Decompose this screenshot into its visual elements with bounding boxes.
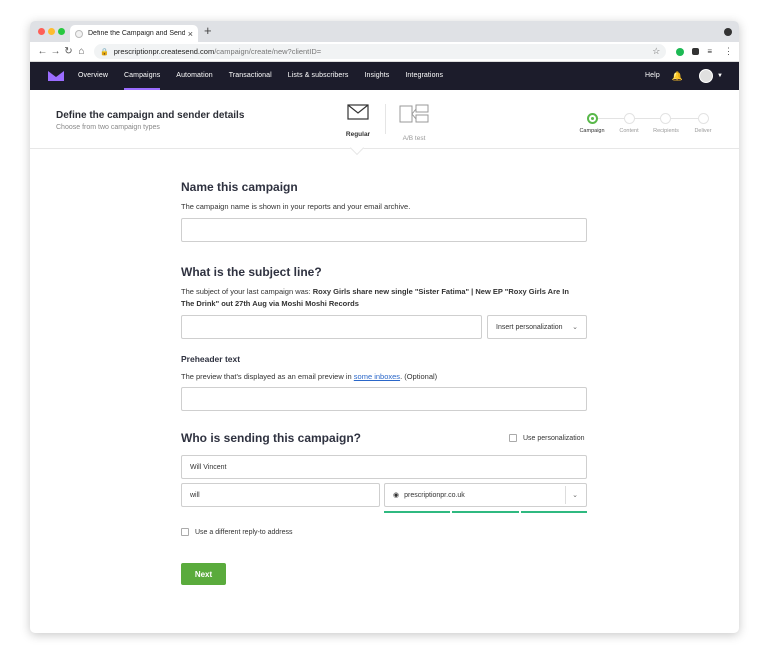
from-name-input[interactable]: Will Vincent xyxy=(181,455,587,479)
avatar[interactable] xyxy=(699,69,714,83)
home-icon[interactable]: ⌂ xyxy=(75,46,88,57)
back-icon[interactable]: ← xyxy=(36,46,49,57)
step-label-campaign: Campaign xyxy=(579,128,605,134)
extension-green-icon[interactable] xyxy=(676,47,685,56)
chevron-down-icon: ⌄ xyxy=(572,324,578,331)
zoom-window-button[interactable] xyxy=(58,28,65,35)
campaign-type-ab-test-label: A/B test xyxy=(402,135,426,142)
use-personalization-checkbox[interactable] xyxy=(509,434,517,442)
nav-help[interactable]: Help xyxy=(645,62,660,90)
tab-close-icon[interactable]: × xyxy=(188,29,193,39)
address-bar: ← → ↻ ⌂ 🔒 prescriptionpr.createsend.com … xyxy=(30,42,739,62)
name-description: The campaign name is shown in your repor… xyxy=(181,202,411,211)
use-personalization-toggle[interactable]: Use personalization xyxy=(509,434,584,442)
nav-integrations[interactable]: Integrations xyxy=(405,62,443,90)
insert-personalization-label: Insert personalization xyxy=(496,323,563,331)
validation-bar-2 xyxy=(452,511,519,513)
close-window-button[interactable] xyxy=(38,28,45,35)
subject-input[interactable] xyxy=(181,315,482,339)
subject-heading: What is the subject line? xyxy=(181,265,322,279)
chevron-down-icon: ⌄ xyxy=(572,492,578,499)
url-domain: prescriptionpr.createsend.com xyxy=(113,47,215,56)
campaign-type-ab-test[interactable]: A/B test xyxy=(394,104,434,145)
preheader-description: The preview that's displayed as an email… xyxy=(181,371,437,383)
validation-bar-1 xyxy=(384,511,450,513)
reply-to-toggle[interactable]: Use a different reply-to address xyxy=(181,528,293,536)
chevron-down-icon[interactable]: ▼ xyxy=(717,73,723,79)
use-personalization-label: Use personalization xyxy=(523,434,585,442)
url-input[interactable]: 🔒 prescriptionpr.createsend.com /campaig… xyxy=(94,44,667,59)
reading-list-icon[interactable]: ≡ xyxy=(707,47,712,56)
preheader-description-suffix: . (Optional) xyxy=(400,372,438,381)
new-tab-button[interactable]: + xyxy=(204,23,212,38)
browser-tab[interactable]: Define the Campaign and Send × xyxy=(70,25,198,42)
browser-tab-bar: Define the Campaign and Send × + xyxy=(30,21,739,42)
forward-icon[interactable]: → xyxy=(49,46,62,57)
nav-automation[interactable]: Automation xyxy=(176,62,212,90)
reply-to-label: Use a different reply-to address xyxy=(195,528,293,536)
step-dot-content xyxy=(624,113,635,124)
preheader-heading: Preheader text xyxy=(181,354,241,364)
email-local-input[interactable]: will xyxy=(181,483,380,507)
insert-personalization-dropdown[interactable]: Insert personalization ⌄ xyxy=(487,315,587,339)
bell-icon[interactable]: 🔔 xyxy=(672,71,683,82)
next-button[interactable]: Next xyxy=(181,563,226,585)
subject-description-prefix: The subject of your last campaign was: xyxy=(181,287,311,296)
type-divider xyxy=(385,104,386,134)
step-label-content: Content xyxy=(619,128,639,134)
subject-description: The subject of your last campaign was: R… xyxy=(181,286,581,310)
email-domain-value: prescriptionpr.co.uk xyxy=(404,491,465,499)
nav-overview[interactable]: Overview xyxy=(78,62,108,90)
campaign-monitor-logo[interactable] xyxy=(48,71,64,81)
validation-bar-3 xyxy=(521,511,587,513)
selected-type-pointer xyxy=(349,140,365,156)
some-inboxes-link[interactable]: some inboxes xyxy=(354,372,400,381)
step-label-recipients: Recipients xyxy=(653,128,679,134)
campaign-type-regular-label: Regular xyxy=(345,131,371,138)
nav-lists-subscribers[interactable]: Lists & subscribers xyxy=(288,62,349,90)
email-domain-select[interactable]: ◉ prescriptionpr.co.uk ⌄ xyxy=(384,483,587,507)
progress-track xyxy=(592,118,704,119)
step-label-deliver: Deliver xyxy=(694,128,712,134)
extensions-puzzle-icon[interactable] xyxy=(692,48,700,55)
select-divider xyxy=(565,486,567,504)
sender-heading: Who is sending this campaign? xyxy=(181,431,362,445)
nav-campaigns[interactable]: Campaigns xyxy=(123,62,161,90)
app-navigation: Overview Campaigns Automation Transactio… xyxy=(30,62,739,90)
campaign-name-input[interactable] xyxy=(181,218,587,242)
browser-profile-icon[interactable] xyxy=(724,28,732,36)
page-title: Define the campaign and sender details xyxy=(56,110,245,121)
minimize-window-button[interactable] xyxy=(48,28,55,35)
browser-window: Define the Campaign and Send × + ← → ↻ ⌂… xyxy=(30,21,739,633)
lock-icon: 🔒 xyxy=(100,48,109,56)
page-subtitle: Choose from two campaign types xyxy=(56,124,160,131)
step-dot-campaign xyxy=(587,113,598,124)
step-dot-recipients xyxy=(660,113,671,124)
step-dot-deliver xyxy=(698,113,709,124)
reload-icon[interactable]: ↻ xyxy=(62,46,75,57)
tab-title: Define the Campaign and Send xyxy=(88,30,185,37)
bookmark-star-icon[interactable]: ☆ xyxy=(652,46,660,57)
domain-verified-icon: ◉ xyxy=(393,492,400,499)
campaign-type-regular[interactable]: Regular xyxy=(338,104,378,141)
favicon-icon xyxy=(75,29,83,38)
reply-to-checkbox[interactable] xyxy=(181,528,189,536)
ab-test-icon xyxy=(399,104,429,123)
preheader-description-prefix: The preview that's displayed as an email… xyxy=(181,372,352,381)
nav-transactional[interactable]: Transactional xyxy=(229,62,272,90)
preheader-input[interactable] xyxy=(181,387,587,411)
url-path: /campaign/create/new?clientID= xyxy=(214,47,322,56)
envelope-icon xyxy=(347,104,369,120)
nav-insights[interactable]: Insights xyxy=(364,62,389,90)
name-heading: Name this campaign xyxy=(181,180,298,194)
browser-menu-icon[interactable]: ⋮ xyxy=(724,46,733,57)
